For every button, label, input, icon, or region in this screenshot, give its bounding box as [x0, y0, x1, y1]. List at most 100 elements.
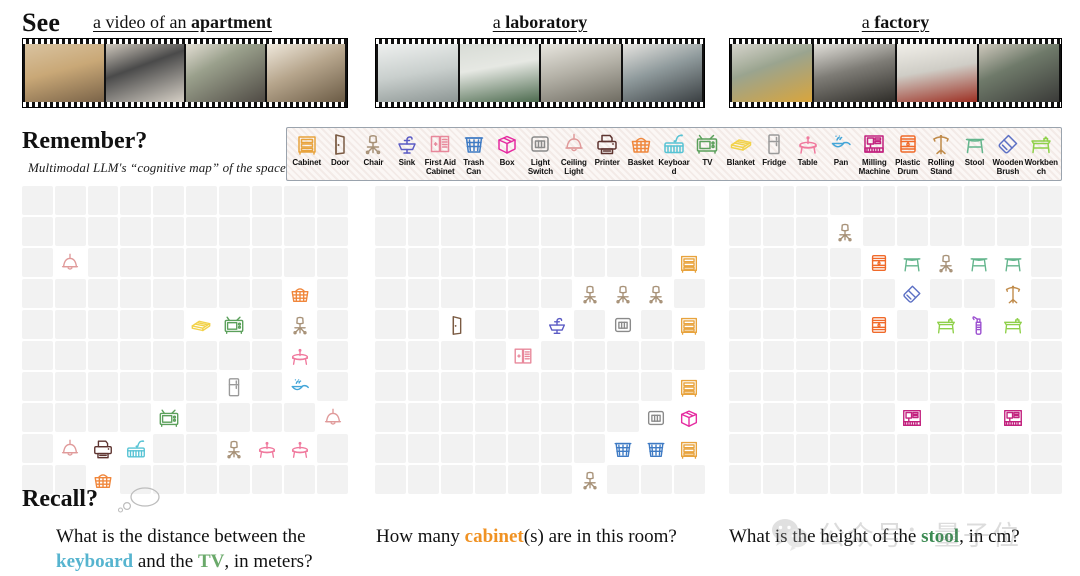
map-cell-ceiling-light[interactable] [317, 403, 348, 432]
map-cell-cabinet[interactable] [673, 434, 705, 463]
map-cell-empty[interactable] [574, 248, 606, 277]
map-cell-empty[interactable] [251, 310, 283, 339]
map-cell-empty[interactable] [153, 279, 184, 308]
map-cell-empty[interactable] [441, 248, 473, 277]
map-cell-empty[interactable] [1030, 372, 1062, 401]
map-cell-empty[interactable] [251, 217, 283, 246]
map-cell-empty[interactable] [796, 372, 828, 401]
map-cell-empty[interactable] [640, 341, 672, 370]
map-cell-empty[interactable] [375, 186, 407, 215]
map-cell-empty[interactable] [863, 372, 895, 401]
map-cell-empty[interactable] [930, 217, 962, 246]
map-cell-empty[interactable] [640, 186, 672, 215]
map-cell-empty[interactable] [863, 465, 895, 494]
map-cell-chair[interactable] [829, 217, 861, 246]
map-cell-empty[interactable] [762, 465, 794, 494]
map-cell-empty[interactable] [963, 403, 995, 432]
map-cell-empty[interactable] [896, 217, 928, 246]
map-cell-empty[interactable] [607, 341, 639, 370]
map-cell-empty[interactable] [251, 248, 283, 277]
legend-item-trash-can[interactable]: Trash Can [457, 131, 490, 176]
map-cell-box[interactable] [673, 403, 705, 432]
map-cell-empty[interactable] [408, 372, 440, 401]
map-cell-empty[interactable] [375, 372, 407, 401]
map-cell-empty[interactable] [762, 248, 794, 277]
map-cell-empty[interactable] [541, 217, 573, 246]
map-cell-spray-bottle[interactable] [963, 310, 995, 339]
map-cell-empty[interactable] [408, 310, 440, 339]
map-cell-empty[interactable] [22, 341, 53, 370]
map-cell-empty[interactable] [218, 465, 250, 494]
map-cell-tv[interactable] [218, 310, 250, 339]
map-cell-empty[interactable] [408, 465, 440, 494]
map-cell-empty[interactable] [997, 372, 1029, 401]
map-cell-empty[interactable] [218, 248, 250, 277]
legend-item-rolling-stand[interactable]: Rolling Stand [924, 131, 957, 176]
map-cell-empty[interactable] [640, 372, 672, 401]
map-cell-empty[interactable] [474, 434, 506, 463]
map-cell-empty[interactable] [863, 186, 895, 215]
map-cell-empty[interactable] [963, 279, 995, 308]
cognitive-map-factory[interactable] [729, 186, 1062, 494]
map-cell-empty[interactable] [607, 217, 639, 246]
map-cell-empty[interactable] [963, 465, 995, 494]
map-cell-empty[interactable] [607, 403, 639, 432]
map-cell-empty[interactable] [829, 310, 861, 339]
map-cell-empty[interactable] [441, 341, 473, 370]
map-cell-empty[interactable] [474, 217, 506, 246]
map-cell-empty[interactable] [541, 186, 573, 215]
map-cell-empty[interactable] [863, 217, 895, 246]
map-cell-stool[interactable] [997, 248, 1029, 277]
legend-item-tv[interactable]: TV [691, 131, 724, 167]
map-cell-empty[interactable] [22, 248, 53, 277]
map-cell-empty[interactable] [87, 248, 119, 277]
map-cell-empty[interactable] [185, 248, 217, 277]
map-cell-empty[interactable] [607, 372, 639, 401]
map-cell-empty[interactable] [474, 465, 506, 494]
map-cell-empty[interactable] [408, 248, 440, 277]
map-cell-empty[interactable] [829, 434, 861, 463]
map-cell-empty[interactable] [1030, 465, 1062, 494]
map-cell-empty[interactable] [640, 248, 672, 277]
map-cell-empty[interactable] [22, 310, 53, 339]
map-cell-empty[interactable] [930, 372, 962, 401]
map-cell-first-aid-cabinet[interactable] [507, 341, 539, 370]
map-cell-empty[interactable] [54, 310, 86, 339]
map-cell-empty[interactable] [474, 372, 506, 401]
map-cell-empty[interactable] [930, 186, 962, 215]
map-cell-empty[interactable] [1030, 217, 1062, 246]
map-cell-ceiling-light[interactable] [54, 434, 86, 463]
map-cell-workbench[interactable] [997, 310, 1029, 339]
legend-item-wooden-brush[interactable]: Wooden Brush [991, 131, 1024, 176]
map-cell-empty[interactable] [963, 341, 995, 370]
map-cell-empty[interactable] [218, 341, 250, 370]
map-cell-empty[interactable] [441, 217, 473, 246]
map-cell-empty[interactable] [120, 217, 152, 246]
map-cell-empty[interactable] [930, 434, 962, 463]
map-cell-empty[interactable] [796, 310, 828, 339]
map-cell-empty[interactable] [507, 217, 539, 246]
map-cell-empty[interactable] [120, 372, 152, 401]
map-cell-empty[interactable] [896, 434, 928, 463]
map-cell-empty[interactable] [120, 186, 152, 215]
map-cell-empty[interactable] [762, 341, 794, 370]
map-cell-empty[interactable] [1030, 434, 1062, 463]
map-cell-light-switch[interactable] [640, 403, 672, 432]
map-cell-empty[interactable] [729, 434, 761, 463]
map-cell-empty[interactable] [375, 341, 407, 370]
map-cell-empty[interactable] [54, 186, 86, 215]
map-cell-empty[interactable] [185, 465, 217, 494]
map-cell-empty[interactable] [507, 434, 539, 463]
map-cell-empty[interactable] [474, 248, 506, 277]
map-cell-empty[interactable] [185, 217, 217, 246]
map-cell-basket[interactable] [284, 279, 316, 308]
map-cell-empty[interactable] [507, 465, 539, 494]
map-cell-empty[interactable] [729, 341, 761, 370]
map-cell-empty[interactable] [185, 372, 217, 401]
map-cell-empty[interactable] [574, 372, 606, 401]
map-cell-empty[interactable] [153, 310, 184, 339]
map-cell-empty[interactable] [541, 341, 573, 370]
map-cell-empty[interactable] [1030, 341, 1062, 370]
map-cell-empty[interactable] [640, 310, 672, 339]
map-cell-empty[interactable] [251, 341, 283, 370]
